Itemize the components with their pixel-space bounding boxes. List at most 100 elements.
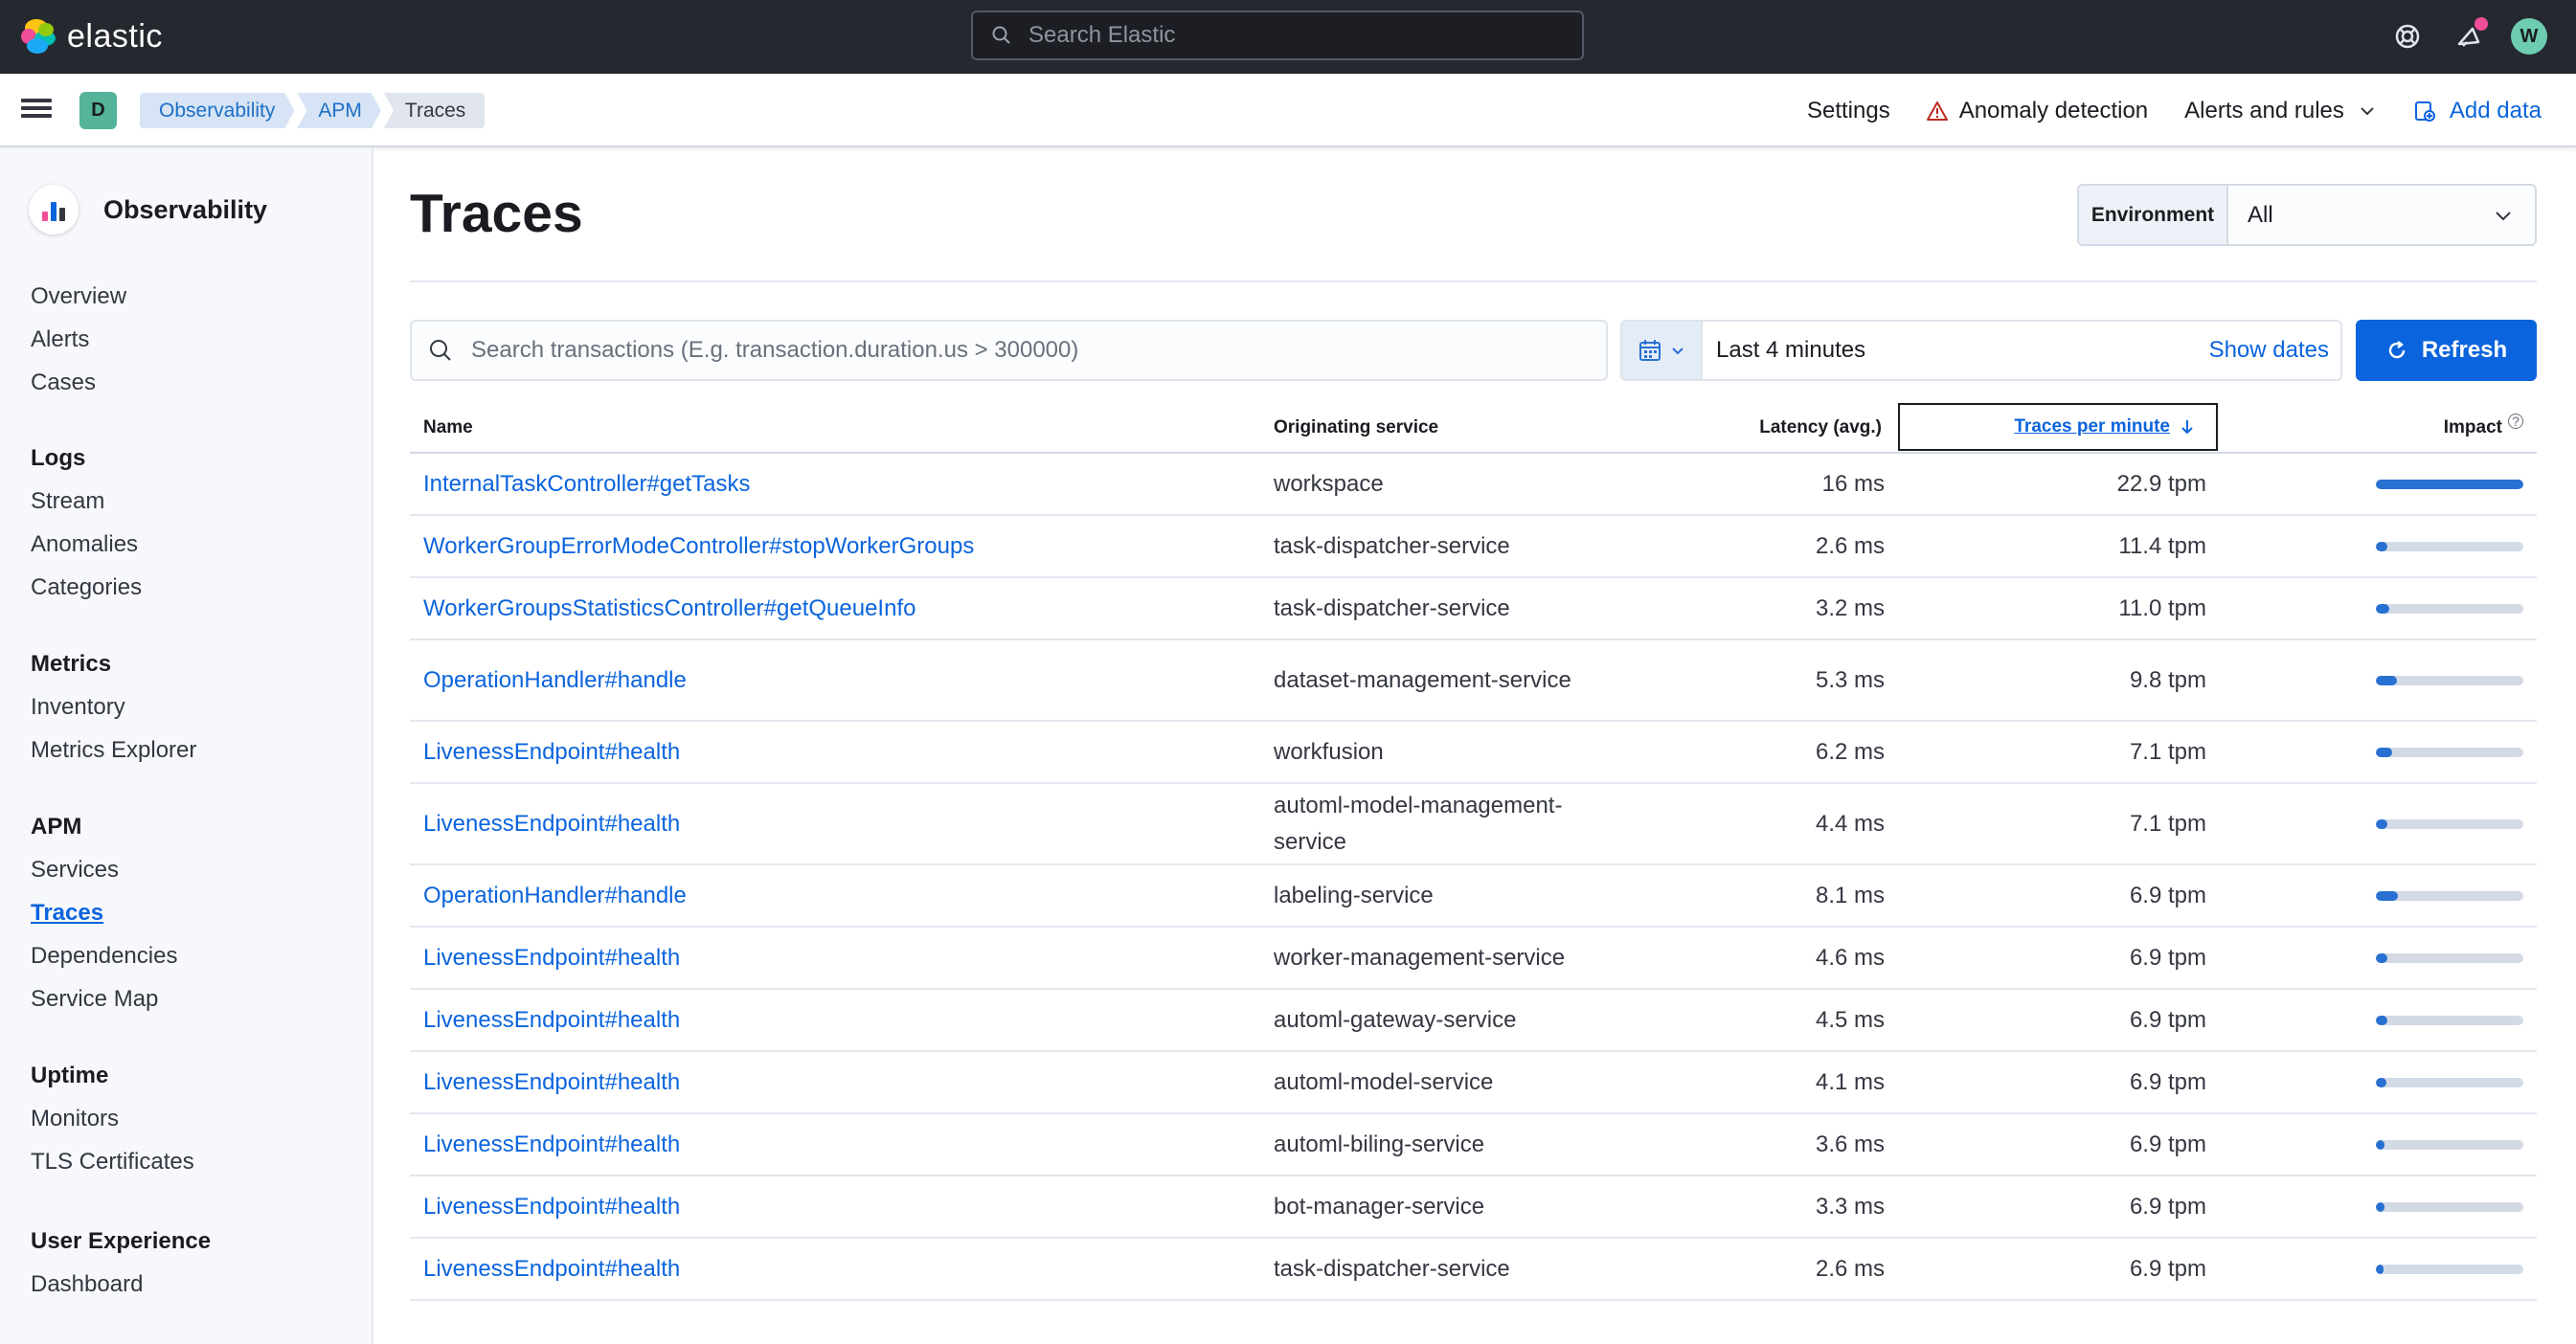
alerts-and-rules-menu[interactable]: Alerts and rules [2184, 98, 2377, 124]
hamburger-icon-line [21, 99, 52, 102]
transaction-name-link[interactable]: LivenessEndpoint#health [423, 811, 680, 838]
elastic-logo[interactable]: elastic [19, 16, 163, 56]
table-header: Name Originating service Latency (avg.) … [410, 403, 2537, 454]
side-nav-header: Observability [29, 185, 267, 235]
environment-value[interactable]: All [2228, 186, 2535, 244]
transaction-name-link[interactable]: OperationHandler#handle [423, 667, 687, 694]
impact-bar [2376, 541, 2523, 551]
originating-service: workspace [1274, 470, 1384, 497]
tpm-value: 6.9 tpm [2129, 1131, 2206, 1157]
transaction-name-link[interactable]: LivenessEndpoint#health [423, 1256, 680, 1283]
latency-value: 2.6 ms [1815, 532, 1885, 559]
originating-service: automl-model-service [1274, 1068, 1494, 1095]
add-data-icon [2414, 101, 2435, 122]
transaction-name-link[interactable]: LivenessEndpoint#health [423, 1131, 680, 1158]
nav-item-inventory[interactable]: Inventory [31, 685, 196, 728]
impact-bar-fill [2376, 1077, 2386, 1087]
originating-service: labeling-service [1274, 882, 1434, 908]
impact-bar [2376, 1015, 2523, 1025]
table-row: LivenessEndpoint#health task-dispatcher-s… [410, 1239, 2537, 1301]
breadcrumb-observability[interactable]: Observability [140, 93, 294, 128]
impact-bar-fill [2376, 952, 2388, 963]
originating-service: bot-manager-service [1274, 1193, 1485, 1220]
column-header-name[interactable]: Name [423, 417, 473, 438]
add-data-link[interactable]: Add data [2413, 98, 2542, 124]
transaction-name-link[interactable]: LivenessEndpoint#health [423, 1069, 680, 1096]
hamburger-icon-line [21, 106, 52, 110]
nav-item-dashboard[interactable]: Dashboard [31, 1263, 211, 1306]
transaction-name-link[interactable]: InternalTaskController#getTasks [423, 471, 751, 498]
nav-item-traces[interactable]: Traces [31, 891, 177, 934]
nav-item-anomalies[interactable]: Anomalies [31, 523, 142, 566]
transaction-name-link[interactable]: WorkerGroupErrorModeController#stopWorke… [423, 533, 974, 560]
refresh-button[interactable]: Refresh [2356, 320, 2537, 381]
add-data-label: Add data [2449, 98, 2542, 123]
help-icon[interactable] [2388, 17, 2427, 56]
chevron-down-icon [2361, 107, 2374, 116]
latency-value: 6.2 ms [1815, 738, 1885, 765]
column-header-tpm-label: Traces per minute [2014, 416, 2170, 437]
alerts-and-rules-label: Alerts and rules [2184, 98, 2344, 123]
originating-service: workfusion [1274, 738, 1384, 765]
search-icon [992, 26, 1010, 44]
nav-item-categories[interactable]: Categories [31, 566, 142, 609]
column-header-impact-label: Impact [2443, 417, 2502, 437]
impact-bar-fill [2376, 675, 2397, 685]
date-range-label[interactable]: Last 4 minutes [1716, 337, 2209, 364]
tpm-value: 7.1 tpm [2129, 738, 2206, 765]
nav-section-user-experience: User Experience Dashboard [31, 1220, 211, 1306]
quick-select-button[interactable] [1622, 322, 1703, 379]
latency-value: 4.4 ms [1815, 810, 1885, 837]
global-search-input[interactable]: Search Elastic [971, 11, 1584, 60]
user-avatar[interactable]: W [2511, 18, 2547, 55]
latency-value: 3.6 ms [1815, 1131, 1885, 1157]
table-row: LivenessEndpoint#health worker-management… [410, 928, 2537, 990]
impact-bar-fill [2376, 603, 2389, 614]
column-header-latency[interactable]: Latency (avg.) [1759, 417, 1882, 438]
latency-value: 5.3 ms [1815, 666, 1885, 693]
nav-item-monitors[interactable]: Monitors [31, 1097, 194, 1140]
table-row: LivenessEndpoint#health automl-model-mana… [410, 784, 2537, 865]
breadcrumb-apm[interactable]: APM [297, 93, 381, 128]
transaction-name-link[interactable]: OperationHandler#handle [423, 883, 687, 909]
space-avatar[interactable]: D [79, 92, 117, 129]
originating-service: task-dispatcher-service [1274, 532, 1510, 559]
transaction-name-link[interactable]: LivenessEndpoint#health [423, 1194, 680, 1221]
transaction-name-link[interactable]: LivenessEndpoint#health [423, 739, 680, 766]
column-header-impact[interactable]: Impact ? [2443, 414, 2523, 438]
nav-item-metrics-explorer[interactable]: Metrics Explorer [31, 728, 196, 772]
transaction-name-link[interactable]: LivenessEndpoint#health [423, 1007, 680, 1034]
column-header-service[interactable]: Originating service [1274, 417, 1438, 438]
newsfeed-button[interactable] [2450, 17, 2488, 56]
settings-link[interactable]: Settings [1807, 98, 1890, 124]
nav-item-services[interactable]: Services [31, 848, 177, 891]
nav-item-service-map[interactable]: Service Map [31, 977, 177, 1020]
impact-bar [2376, 1201, 2523, 1212]
environment-select[interactable]: Environment All [2077, 184, 2537, 246]
nav-item-alerts[interactable]: Alerts [31, 318, 126, 361]
page-title: Traces [410, 183, 583, 244]
nav-item-dependencies[interactable]: Dependencies [31, 934, 177, 977]
column-header-tpm[interactable]: Traces per minute [1898, 403, 2218, 451]
nav-item-tls-certificates[interactable]: TLS Certificates [31, 1140, 194, 1183]
menu-toggle-button[interactable] [21, 95, 52, 125]
latency-value: 2.6 ms [1815, 1255, 1885, 1282]
nav-section-apm: APM Services Traces Dependencies Service… [31, 805, 177, 1020]
show-dates-link[interactable]: Show dates [2209, 337, 2329, 364]
transaction-search-input[interactable]: Search transactions (E.g. transaction.du… [410, 320, 1608, 381]
settings-label: Settings [1806, 98, 1890, 123]
nav-item-stream[interactable]: Stream [31, 480, 142, 523]
tpm-value: 6.9 tpm [2129, 1006, 2206, 1033]
nav-item-overview[interactable]: Overview [31, 275, 126, 318]
info-icon[interactable]: ? [2508, 414, 2523, 429]
observability-logo-icon [29, 185, 79, 235]
impact-bar [2376, 1264, 2523, 1274]
anomaly-detection-link[interactable]: Anomaly detection [1926, 98, 2148, 124]
tpm-value: 6.9 tpm [2129, 1193, 2206, 1220]
impact-bar [2376, 603, 2523, 614]
transaction-name-link[interactable]: WorkerGroupsStatisticsController#getQueu… [423, 595, 915, 622]
impact-bar-fill [2376, 1139, 2385, 1150]
tpm-value: 11.4 tpm [2118, 532, 2206, 559]
nav-item-cases[interactable]: Cases [31, 361, 126, 404]
transaction-name-link[interactable]: LivenessEndpoint#health [423, 945, 680, 972]
